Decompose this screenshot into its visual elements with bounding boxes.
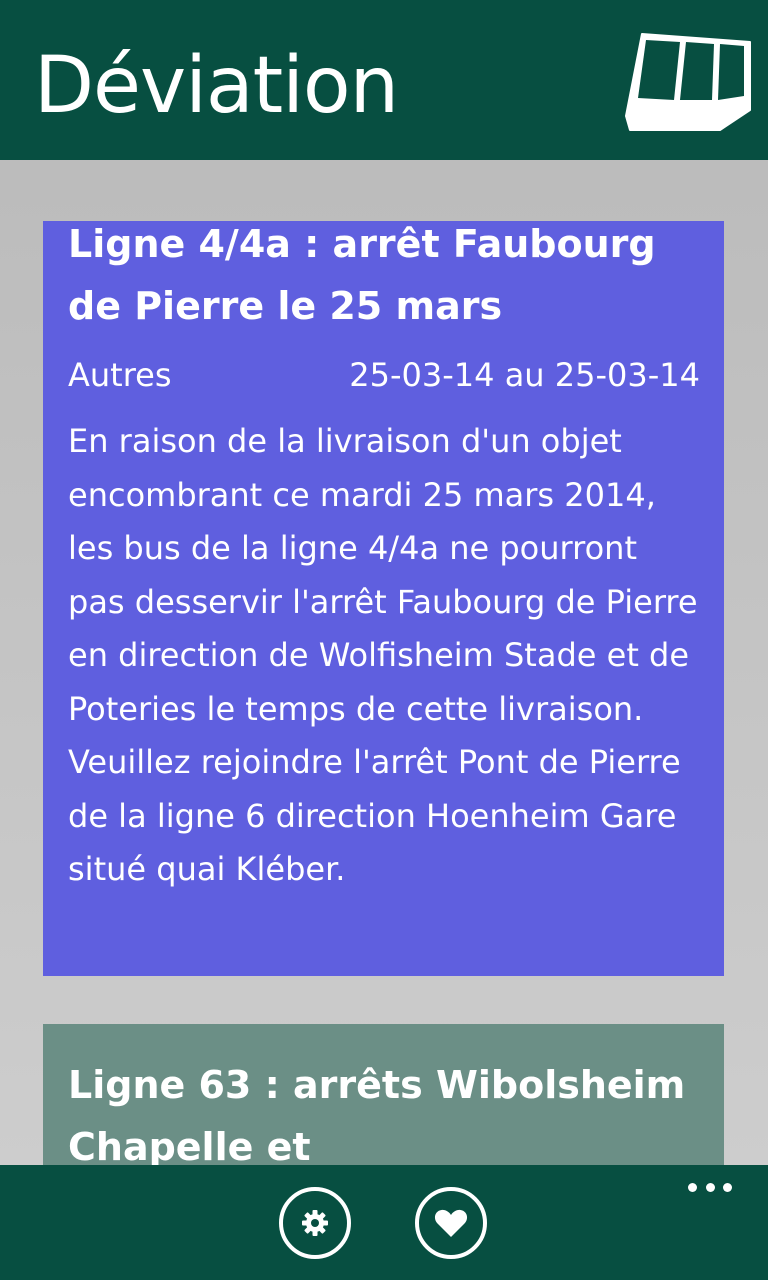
card-dates: 25-03-14 au 25-03-14 bbox=[349, 356, 700, 394]
card-category: Autres bbox=[68, 356, 172, 394]
card-title: Ligne 63 : arrêts Wibolsheim Chapelle et bbox=[68, 1063, 686, 1165]
deviation-list[interactable]: Ligne 4/4a : arrêt Faubourg de Pierre le… bbox=[0, 160, 768, 1165]
heart-icon bbox=[434, 1209, 468, 1237]
favorite-button[interactable] bbox=[415, 1187, 487, 1259]
more-dots-icon[interactable] bbox=[688, 1183, 732, 1195]
card-description: En raison de la livraison d'un objet enc… bbox=[68, 422, 698, 888]
settings-button[interactable] bbox=[279, 1187, 351, 1259]
gear-icon bbox=[302, 1210, 328, 1236]
header: Déviation bbox=[0, 0, 768, 160]
page-title: Déviation bbox=[34, 41, 399, 131]
deviation-card[interactable]: Ligne 4/4a : arrêt Faubourg de Pierre le… bbox=[43, 221, 724, 976]
deviation-card[interactable]: Ligne 63 : arrêts Wibolsheim Chapelle et bbox=[43, 1024, 724, 1165]
app-bar bbox=[0, 1165, 768, 1280]
card-meta: Autres 25-03-14 au 25-03-14 bbox=[68, 351, 700, 399]
tram-icon bbox=[625, 33, 751, 131]
card-title: Ligne 4/4a : arrêt Faubourg de Pierre le… bbox=[68, 222, 656, 328]
